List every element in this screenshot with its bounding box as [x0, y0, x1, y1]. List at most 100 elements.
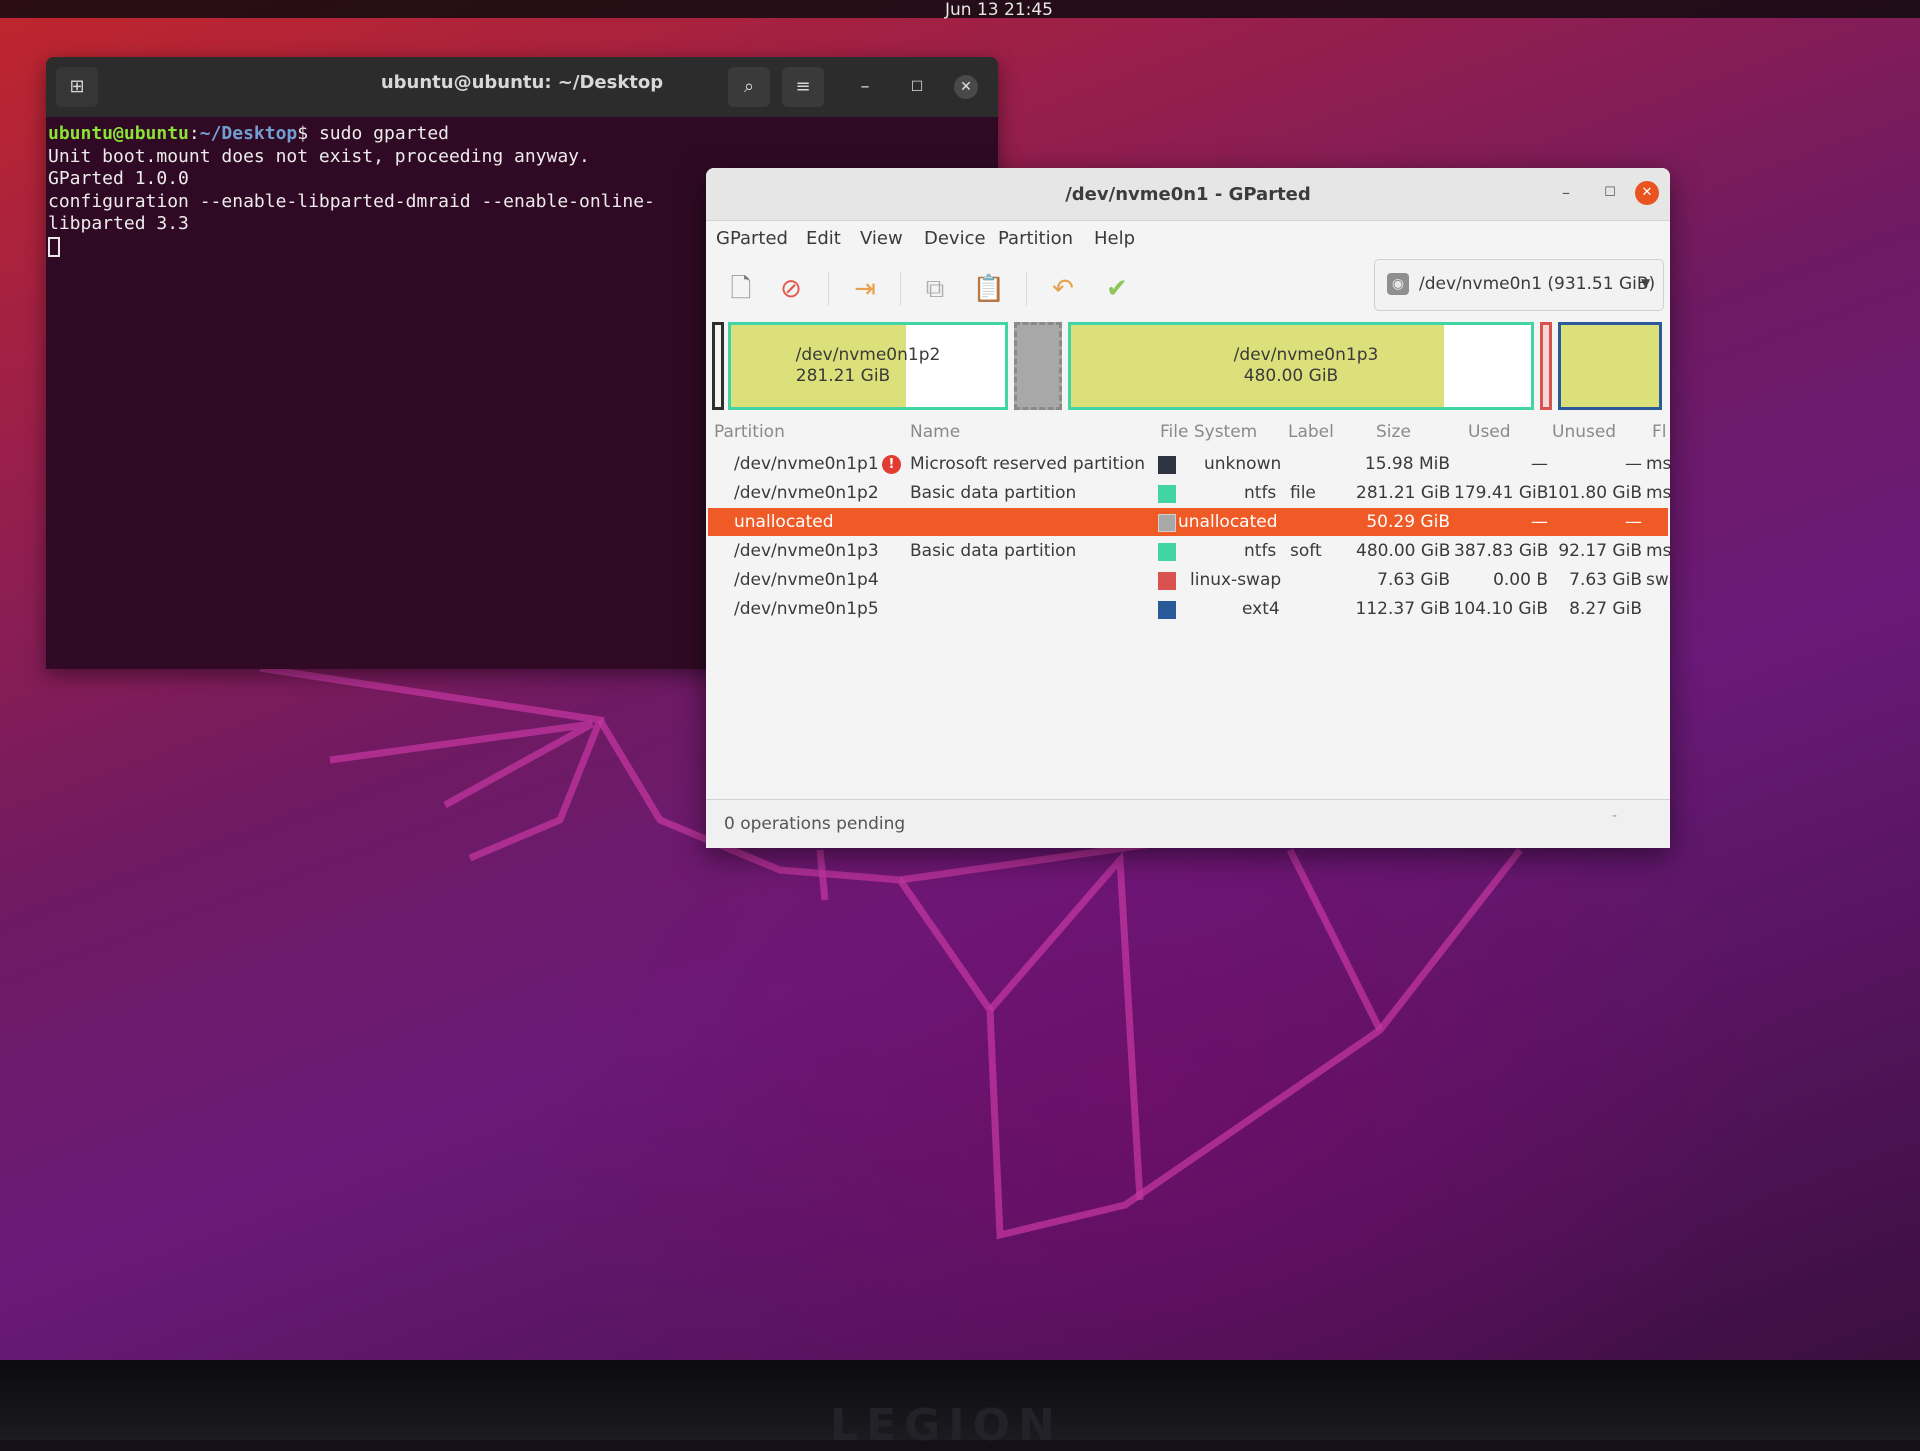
filesystem-color-swatch: [1158, 572, 1176, 590]
column-header-used[interactable]: Used: [1468, 422, 1511, 442]
menu-gparted[interactable]: GParted: [716, 228, 788, 249]
cell-partition: /dev/nvme0n1p4: [734, 570, 879, 590]
cell-name: Microsoft reserved partition: [910, 454, 1146, 474]
menu-partition[interactable]: Partition: [998, 228, 1073, 249]
warning-icon[interactable]: !: [882, 455, 901, 474]
cell-used: 104.10 GiB: [1453, 599, 1548, 619]
column-header-flags[interactable]: Fl: [1652, 422, 1667, 442]
prompt-end: $: [297, 123, 319, 144]
column-header-name[interactable]: Name: [910, 422, 960, 442]
disk-segment-p3[interactable]: /dev/nvme0n1p3 480.00 GiB: [1068, 322, 1534, 410]
close-icon[interactable]: ✕: [1635, 181, 1659, 205]
disk-segment-p5[interactable]: [1558, 322, 1662, 410]
delete-icon[interactable]: ⊘: [774, 272, 808, 306]
cell-used: 0.00 B: [1493, 570, 1548, 590]
cell-name: Basic data partition: [910, 541, 1077, 561]
cell-filesystem: unknown: [1204, 454, 1282, 474]
terminal-titlebar[interactable]: ⊞ ubuntu@ubuntu: ~/Desktop ⌕ ≡ – ☐ ✕: [46, 57, 998, 117]
filesystem-color-swatch: [1158, 456, 1176, 474]
disk-segment-p2[interactable]: /dev/nvme0n1p2 281.21 GiB: [728, 322, 1008, 410]
copy-icon[interactable]: ⧉: [918, 272, 952, 306]
cell-flags: swa: [1646, 570, 1670, 590]
segment-size: 281.21 GiB: [795, 366, 891, 386]
filesystem-color-swatch: [1158, 485, 1176, 503]
cell-partition: /dev/nvme0n1p5: [734, 599, 879, 619]
partition-table-header: Partition Name File System Label Size Us…: [706, 416, 1670, 448]
table-row-selected[interactable]: unallocated unallocated 50.29 GiB — —: [708, 508, 1668, 536]
table-row[interactable]: /dev/nvme0n1p4 linux-swap 7.63 GiB 0.00 …: [708, 566, 1670, 594]
laptop-bezel: LEGION: [0, 1360, 1920, 1451]
gparted-titlebar[interactable]: /dev/nvme0n1 - GParted – ☐ ✕: [706, 168, 1670, 221]
cell-filesystem: ntfs: [1244, 483, 1277, 503]
menu-device[interactable]: Device: [924, 228, 986, 249]
terminal-output-line: Unit boot.mount does not exist, proceedi…: [48, 145, 590, 167]
cell-flags: msf: [1646, 454, 1670, 474]
terminal-command: sudo gparted: [318, 123, 450, 144]
table-row[interactable]: /dev/nvme0n1p3 Basic data partition ntfs…: [708, 537, 1670, 565]
cell-used: 387.83 GiB: [1454, 541, 1549, 561]
disk-map: /dev/nvme0n1p2 281.21 GiB /dev/nvme0n1p3…: [706, 322, 1670, 414]
column-header-partition[interactable]: Partition: [714, 422, 785, 442]
search-icon[interactable]: ⌕: [728, 67, 770, 107]
cell-label: file: [1290, 483, 1316, 503]
cell-flags: msf: [1646, 483, 1670, 503]
menubar: GParted Edit View Device Partition Help: [706, 220, 1670, 256]
cell-size: 50.29 GiB: [1366, 512, 1450, 532]
segment-name: /dev/nvme0n1p2: [795, 345, 941, 365]
column-header-size[interactable]: Size: [1376, 422, 1411, 442]
table-row[interactable]: /dev/nvme0n1p1 ! Microsoft reserved part…: [708, 450, 1670, 478]
segment-size: 480.00 GiB: [1243, 366, 1339, 386]
menu-help[interactable]: Help: [1094, 228, 1135, 249]
brand-logo: LEGION: [830, 1400, 1063, 1451]
resize-move-icon[interactable]: ⇥: [848, 272, 882, 306]
minimize-icon[interactable]: –: [844, 67, 886, 107]
prompt-user: ubuntu@ubuntu: [48, 123, 189, 144]
cell-unused: 8.27 GiB: [1569, 599, 1642, 619]
gparted-window[interactable]: /dev/nvme0n1 - GParted – ☐ ✕ GParted Edi…: [706, 168, 1670, 848]
menu-edit[interactable]: Edit: [806, 228, 841, 249]
cell-label: soft: [1290, 541, 1322, 561]
filesystem-color-swatch: [1158, 543, 1176, 561]
toolbar-separator: [900, 272, 901, 306]
menu-view[interactable]: View: [860, 228, 903, 249]
cell-partition: /dev/nvme0n1p2: [734, 483, 879, 503]
gparted-title: /dev/nvme0n1 - GParted: [1065, 184, 1311, 205]
apply-check-icon[interactable]: ✔: [1100, 272, 1134, 306]
cell-filesystem: ext4: [1242, 599, 1280, 619]
device-selector[interactable]: ◉ /dev/nvme0n1 (931.51 GiB) ▼: [1374, 259, 1664, 311]
minimize-icon[interactable]: –: [1554, 183, 1578, 202]
prompt-separator: :: [188, 123, 200, 144]
maximize-icon[interactable]: ☐: [896, 67, 938, 107]
clock[interactable]: Jun 13 21:45: [945, 0, 1053, 20]
cell-used: —: [1531, 512, 1548, 532]
new-partition-icon[interactable]: 🗋: [724, 272, 758, 306]
maximize-icon[interactable]: ☐: [1598, 185, 1622, 200]
toolbar-separator: [828, 272, 829, 306]
undo-icon[interactable]: ↶: [1046, 272, 1080, 306]
close-icon[interactable]: ✕: [954, 75, 978, 99]
table-row[interactable]: /dev/nvme0n1p2 Basic data partition ntfs…: [708, 479, 1670, 507]
terminal-prompt-line: ubuntu@ubuntu:~/Desktop$ sudo gparted: [48, 123, 998, 146]
cell-unused: —: [1625, 454, 1642, 474]
cell-used: —: [1531, 454, 1548, 474]
cell-used: 179.41 GiB: [1454, 483, 1549, 503]
terminal-cursor: [48, 236, 60, 257]
toolbar-separator: [1026, 272, 1027, 306]
cell-name: Basic data partition: [910, 483, 1077, 503]
cell-unused: —: [1625, 512, 1642, 532]
filesystem-color-swatch: [1158, 514, 1176, 532]
column-header-label[interactable]: Label: [1288, 422, 1334, 442]
column-header-unused[interactable]: Unused: [1552, 422, 1616, 442]
cell-filesystem: linux-swap: [1190, 570, 1282, 590]
resize-grip-icon[interactable]: -: [1612, 808, 1617, 824]
cell-unused: 101.80 GiB: [1547, 483, 1642, 503]
column-header-filesystem[interactable]: File System: [1160, 422, 1257, 442]
disk-segment-p4[interactable]: [1540, 322, 1552, 410]
hamburger-menu-icon[interactable]: ≡: [782, 67, 824, 107]
top-bar: Jun 13 21:45: [0, 0, 1920, 20]
operations-pending-status: 0 operations pending: [724, 814, 906, 834]
table-row[interactable]: /dev/nvme0n1p5 ext4 112.37 GiB 104.10 Gi…: [708, 595, 1668, 623]
cell-partition: unallocated: [734, 512, 834, 532]
paste-icon[interactable]: 📋: [972, 272, 1006, 306]
cell-filesystem: ntfs: [1244, 541, 1277, 561]
